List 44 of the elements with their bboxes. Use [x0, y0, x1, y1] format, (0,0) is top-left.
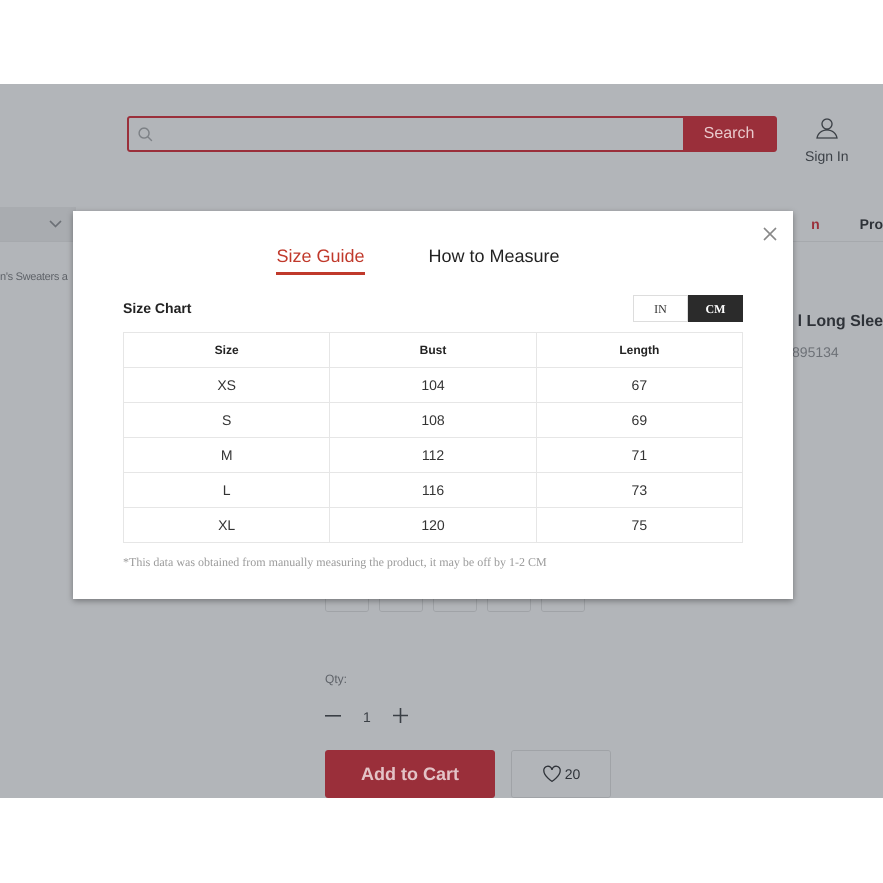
heart-icon: [542, 765, 562, 783]
table-cell: 108: [330, 402, 536, 438]
nav-link[interactable]: Pro: [860, 214, 883, 234]
dialog-tab[interactable]: Size Guide: [276, 243, 364, 275]
table-cell: 73: [536, 472, 742, 508]
table-cell: 112: [330, 438, 536, 472]
qty-label: Qty:: [325, 672, 348, 686]
user-icon[interactable]: [814, 116, 839, 140]
minus-icon[interactable]: [325, 714, 341, 716]
table-cell: 67: [536, 368, 742, 402]
size-chart-title: Size Chart: [123, 299, 192, 318]
column-header: Length: [536, 332, 742, 368]
table-cell: XL: [124, 508, 330, 542]
breadcrumb[interactable]: n's Sweaters a: [0, 271, 68, 283]
table-cell: XS: [124, 368, 330, 402]
unit-toggle[interactable]: IN: [633, 295, 688, 322]
category-dropdown[interactable]: [0, 207, 76, 241]
search-button[interactable]: Search: [683, 118, 775, 150]
plus-icon[interactable]: [392, 708, 408, 723]
table-cell: 75: [536, 508, 742, 542]
close-icon[interactable]: [763, 227, 777, 241]
quantity-value[interactable]: 1: [363, 707, 371, 728]
nav-link[interactable]: n: [811, 214, 820, 234]
unit-toggle[interactable]: CM: [688, 295, 743, 322]
table-cell: L: [124, 472, 330, 508]
column-header: Bust: [330, 332, 536, 368]
table-cell: 69: [536, 402, 742, 438]
dialog-tab[interactable]: How to Measure: [428, 243, 560, 275]
column-header: Size: [124, 332, 330, 368]
table-cell: 104: [330, 368, 536, 402]
table-cell: 120: [330, 508, 536, 542]
sign-in-link[interactable]: Sign In: [805, 146, 849, 167]
product-sku: 895134: [792, 343, 839, 362]
product-title: l Long Slee: [798, 312, 883, 332]
search-icon: [137, 126, 154, 142]
search-field[interactable]: Search: [127, 116, 777, 152]
table-cell: 116: [330, 472, 536, 508]
wishlist-button[interactable]: 20: [511, 750, 611, 798]
chevron-down-icon: [49, 220, 62, 228]
measurement-note: *This data was obtained from manually measuring the product, it may be off by 1-2 CM: [123, 554, 548, 571]
table-cell: S: [124, 402, 330, 438]
table-cell: 71: [536, 438, 742, 472]
add-to-cart-button[interactable]: Add to Cart: [325, 750, 495, 798]
table-cell: M: [124, 438, 330, 472]
